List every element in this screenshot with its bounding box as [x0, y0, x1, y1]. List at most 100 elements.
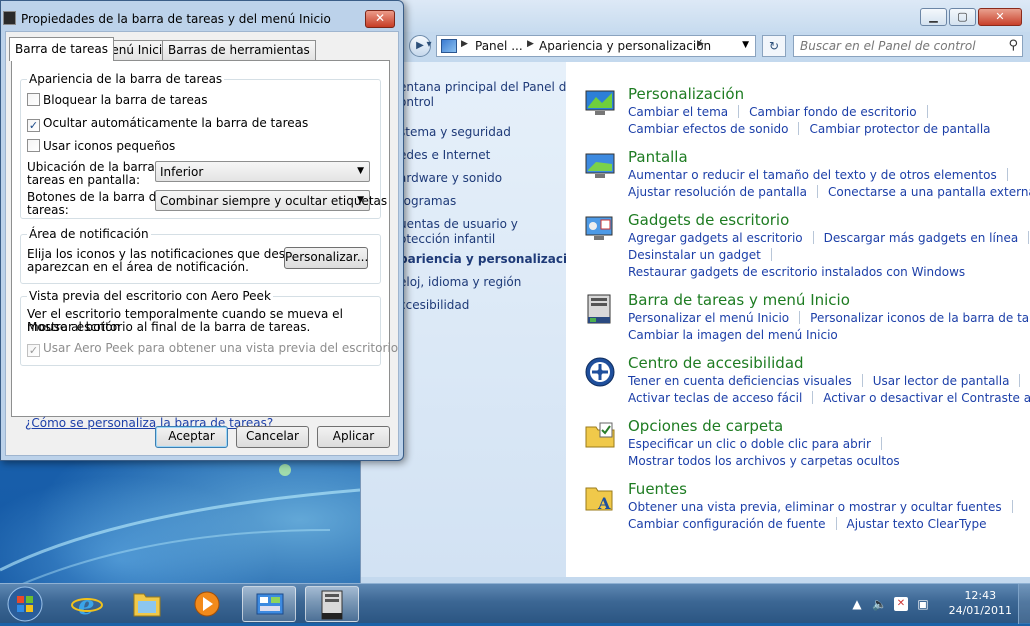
category-title[interactable]: Centro de accesibilidad: [628, 354, 804, 372]
close-button[interactable]: ✕: [978, 8, 1022, 26]
breadcrumb-arrow-icon: ▶: [461, 39, 468, 49]
sidebar-item-programs[interactable]: rogramas: [399, 194, 456, 208]
link-download-gadgets[interactable]: Descargar más gadgets en línea: [824, 231, 1019, 245]
category-title[interactable]: Pantalla: [628, 148, 688, 166]
gadgets-icon[interactable]: [584, 213, 616, 245]
link-cleartype[interactable]: Ajustar texto ClearType: [847, 517, 987, 531]
sidebar-item-home-2[interactable]: ontrol: [399, 95, 434, 109]
network-icon[interactable]: ▣: [916, 597, 930, 611]
dialog-client-area: Barra de tareas Menú Inicio Barras de he…: [5, 31, 399, 456]
link-easy-access-keys[interactable]: Activar teclas de acceso fácil: [628, 391, 802, 405]
sidebar-item-clock-region[interactable]: eloj, idioma y región: [399, 275, 521, 289]
dialog-close-button[interactable]: ✕: [365, 10, 395, 28]
link-screen-resolution[interactable]: Ajustar resolución de pantalla: [628, 185, 807, 199]
category-links-row: Agregar gadgets al escritorio Descargar m…: [628, 231, 1030, 245]
category-title[interactable]: Opciones de carpeta: [628, 417, 783, 435]
maximize-button[interactable]: ▢: [949, 8, 976, 26]
link-high-contrast[interactable]: Activar o desactivar el Contraste alto: [823, 391, 1030, 405]
link-change-start-menu-picture[interactable]: Cambiar la imagen del menú Inicio: [628, 328, 838, 342]
sidebar-item-user-accounts-1[interactable]: uentas de usuario y: [399, 217, 518, 231]
link-add-gadgets[interactable]: Agregar gadgets al escritorio: [628, 231, 803, 245]
category-title[interactable]: Gadgets de escritorio: [628, 211, 789, 229]
minimize-button[interactable]: ▁: [920, 8, 947, 26]
link-change-screensaver[interactable]: Cambiar protector de pantalla: [809, 122, 990, 136]
folder-icon: [133, 593, 161, 617]
control-panel-main: Personalización Cambiar el tema Cambiar f…: [566, 62, 1030, 577]
search-icon[interactable]: ⚲: [1008, 38, 1018, 53]
taskbar-explorer[interactable]: [120, 586, 174, 622]
category-title[interactable]: Barra de tareas y menú Inicio: [628, 291, 850, 309]
link-single-double-click[interactable]: Especificar un clic o doble clic para ab…: [628, 437, 871, 451]
show-hidden-icons-icon[interactable]: ▲: [850, 597, 864, 611]
link-change-sound-effects[interactable]: Cambiar efectos de sonido: [628, 122, 788, 136]
link-show-hidden-files[interactable]: Mostrar todos los archivos y carpetas oc…: [628, 454, 900, 468]
link-uninstall-gadget[interactable]: Desinstalar un gadget: [628, 248, 761, 262]
sidebar-item-user-accounts-2[interactable]: otección infantil: [399, 232, 495, 246]
link-preview-fonts[interactable]: Obtener una vista previa, eliminar o mos…: [628, 500, 1002, 514]
tab-toolbars[interactable]: Barras de herramientas: [162, 40, 316, 60]
sidebar-item-system-security[interactable]: stema y seguridad: [399, 125, 511, 139]
personalization-icon[interactable]: [584, 87, 616, 119]
link-customize-taskbar-icons[interactable]: Personalizar iconos de la barra de tarea…: [810, 311, 1030, 325]
clock[interactable]: 12:43 24/01/2011: [949, 588, 1012, 618]
link-visual-impairments[interactable]: Tener en cuenta deficiencias visuales: [628, 374, 852, 388]
small-icons-checkbox[interactable]: Usar iconos pequeños: [27, 139, 175, 153]
fonts-icon[interactable]: A: [584, 482, 616, 514]
ok-button[interactable]: Aceptar: [155, 426, 228, 448]
group-notification-area: Área de notificación Elija los iconos y …: [20, 227, 381, 284]
buttons-select[interactable]: Combinar siempre y ocultar etiquetas ▼: [155, 190, 387, 211]
address-dropdown-icon[interactable]: ▼: [742, 40, 749, 50]
lock-taskbar-checkbox[interactable]: Bloquear la barra de tareas: [27, 93, 207, 107]
cancel-button[interactable]: Cancelar: [236, 426, 309, 448]
refresh-button[interactable]: ↻: [762, 35, 786, 57]
category-links-row: Tener en cuenta deficiencias visuales Usa…: [628, 374, 1030, 388]
accessibility-icon[interactable]: [584, 356, 616, 388]
checkbox-box[interactable]: [27, 139, 40, 152]
category-title[interactable]: Personalización: [628, 85, 744, 103]
sidebar-item-accessibility[interactable]: ccesibilidad: [399, 298, 469, 312]
chevron-down-icon: ▼: [357, 166, 364, 176]
customize-button[interactable]: Personalizar...: [284, 247, 368, 269]
address-bar[interactable]: ▶ Panel ... ▶ Apariencia y personalizaci…: [436, 35, 756, 57]
sidebar-item-appearance[interactable]: pariencia y personalización: [399, 252, 584, 266]
start-button-icon[interactable]: [4, 584, 46, 624]
aero-peek-checkbox[interactable]: ✓ Usar Aero Peek para obtener una vista p…: [27, 341, 398, 357]
link-restore-gadgets[interactable]: Restaurar gadgets de escritorio instalad…: [628, 265, 965, 279]
location-select-value: Inferior: [160, 165, 204, 179]
display-icon[interactable]: [584, 150, 616, 182]
checkbox-label: Usar iconos pequeños: [43, 139, 176, 153]
link-change-theme[interactable]: Cambiar el tema: [628, 105, 728, 119]
link-text-size[interactable]: Aumentar o reducir el tamaño del texto y…: [628, 168, 997, 182]
breadcrumb-panel[interactable]: Panel ...: [475, 39, 523, 53]
show-desktop-button[interactable]: [1018, 584, 1030, 624]
location-label-2: tareas en pantalla:: [27, 173, 141, 187]
volume-icon[interactable]: 🔈: [872, 597, 887, 611]
link-customize-start-menu[interactable]: Personalizar el menú Inicio: [628, 311, 789, 325]
link-font-settings[interactable]: Cambiar configuración de fuente: [628, 517, 826, 531]
checkmark-icon[interactable]: ✓: [27, 344, 40, 357]
taskbar-taskbar-properties[interactable]: [305, 586, 359, 622]
taskbar-internet-explorer[interactable]: e: [60, 586, 114, 622]
checkmark-icon[interactable]: ✓: [27, 119, 40, 132]
taskbar-icon[interactable]: [584, 293, 616, 325]
tab-taskbar[interactable]: Barra de tareas: [9, 37, 114, 61]
taskbar-media-player[interactable]: [180, 586, 234, 622]
recent-pages-dropdown[interactable]: ▾: [423, 35, 435, 57]
breadcrumb-appearance[interactable]: Apariencia y personalización: [539, 39, 711, 53]
sidebar-item-hardware[interactable]: ardware y sonido: [399, 171, 502, 185]
link-screen-reader[interactable]: Usar lector de pantalla: [873, 374, 1010, 388]
link-change-desktop-background[interactable]: Cambiar fondo de escritorio: [749, 105, 916, 119]
control-panel-icon: [256, 593, 284, 615]
sidebar-item-network[interactable]: edes e Internet: [399, 148, 490, 162]
link-external-display[interactable]: Conectarse a una pantalla externa: [828, 185, 1030, 199]
autohide-taskbar-checkbox[interactable]: ✓ Ocultar automáticamente la barra de tar…: [27, 116, 308, 132]
sidebar-item-home-1[interactable]: entana principal del Panel de: [399, 80, 574, 94]
folder-options-icon[interactable]: [584, 419, 616, 451]
location-select[interactable]: Inferior ▼: [155, 161, 370, 182]
apply-button[interactable]: Aplicar: [317, 426, 390, 448]
category-title[interactable]: Fuentes: [628, 480, 687, 498]
action-center-icon[interactable]: ✕: [894, 597, 908, 611]
checkbox-box[interactable]: [27, 93, 40, 106]
search-input[interactable]: Buscar en el Panel de control ⚲: [793, 35, 1023, 57]
taskbar-control-panel[interactable]: [242, 586, 296, 622]
